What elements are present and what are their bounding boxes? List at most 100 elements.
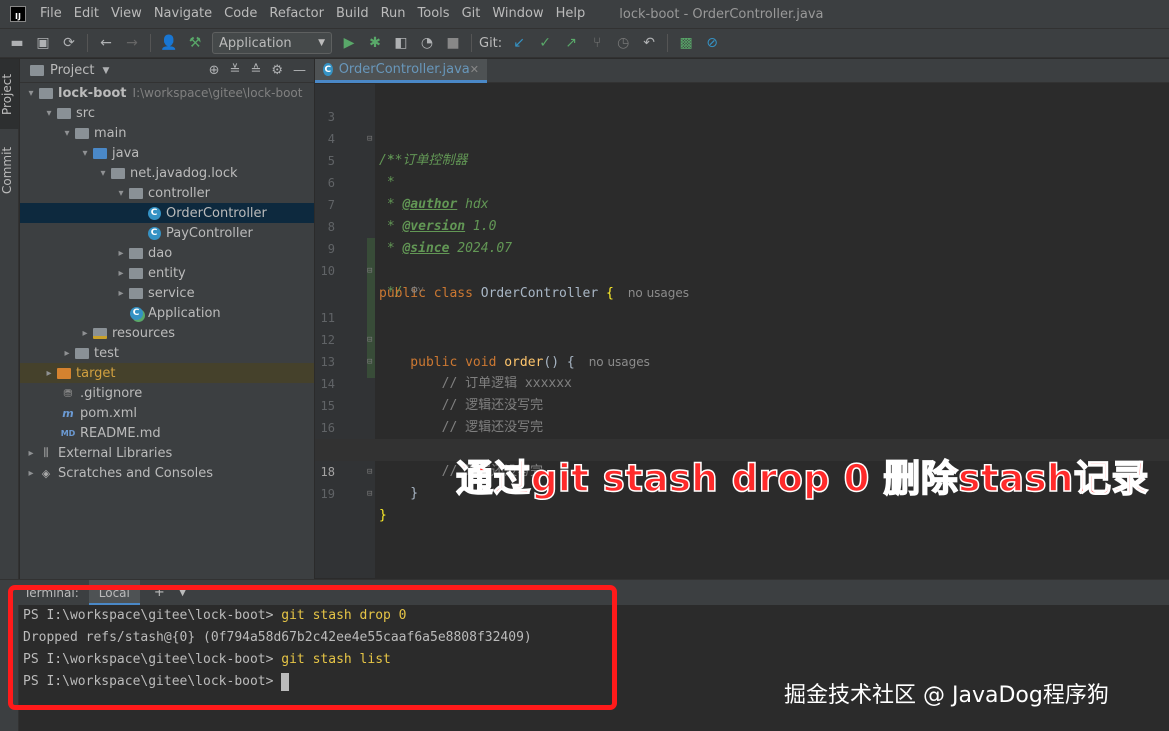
tree-item-gitignore[interactable]: ⛃ .gitignore (20, 383, 314, 403)
menu-tools[interactable]: Tools (412, 0, 456, 28)
tree-item-main[interactable]: ▾ main (20, 123, 314, 143)
expand-arrow-icon[interactable]: ▸ (60, 348, 74, 359)
spring-class-icon: C (128, 306, 144, 320)
git-commit-icon[interactable]: ✓ (534, 32, 556, 54)
collapse-all-icon[interactable]: ≙ (250, 63, 261, 78)
run-icon[interactable]: ▶ (338, 32, 360, 54)
code-editor[interactable]: 3 ⊟ /** 4 * 订单控制器 5 * 6 * @author hdx 7 … (315, 84, 1169, 578)
fold-icon[interactable]: ⊟ (367, 483, 372, 505)
code-line: 6 * @author hdx (315, 150, 1169, 212)
tree-item-dao[interactable]: ▸ dao (20, 243, 314, 263)
sync-icon[interactable]: ⟳ (58, 32, 80, 54)
code-line: 5 * (315, 128, 1169, 190)
watermark: 掘金技术社区 @ JavaDog程序狗 (784, 683, 1109, 708)
tree-item-paycontroller[interactable]: C PayController (20, 223, 314, 243)
save-all-icon[interactable]: ▣ (32, 32, 54, 54)
git-update-icon[interactable]: ↙ (508, 32, 530, 54)
profile-icon[interactable]: ◔ (416, 32, 438, 54)
back-arrow-icon[interactable]: ← (95, 32, 117, 54)
menu-refactor[interactable]: Refactor (263, 0, 330, 28)
code-line: 10 public class OrderController {no usag… (315, 238, 1169, 301)
menu-navigate[interactable]: Navigate (148, 0, 218, 28)
tree-item-src[interactable]: ▾ src (20, 103, 314, 123)
tree-item-lock-boot[interactable]: ▾ lock-boot I:\workspace\gitee\lock-boot (20, 83, 314, 103)
folder-icon (30, 65, 44, 76)
close-icon[interactable]: ✕ (470, 63, 479, 76)
tree-item-scratches[interactable]: ▸ ◈ Scratches and Consoles (20, 463, 314, 483)
code-line: 12 ⊟ // 订单逻辑 xxxxxx (315, 307, 1169, 391)
markdown-file-icon: MD (60, 428, 76, 438)
code-line: 15 // 逻辑还没写完 (315, 373, 1169, 435)
tree-item-readme[interactable]: MD README.md (20, 423, 314, 443)
project-panel-header: Project ▼ ⊕ ≚ ≙ ⚙ — (20, 59, 314, 83)
expand-arrow-icon[interactable]: ▸ (114, 248, 128, 259)
folder-icon (74, 126, 90, 140)
hide-icon[interactable]: — (293, 63, 306, 78)
stripe-tab-commit[interactable]: Commit (0, 137, 19, 203)
menu-git[interactable]: Git (456, 0, 487, 28)
tree-item-label: lock-boot (58, 85, 127, 101)
git-branch-icon[interactable]: ⑂ (586, 32, 608, 54)
tree-item-pom[interactable]: m pom.xml (20, 403, 314, 423)
tree-item-target[interactable]: ▸ target (20, 363, 314, 383)
toolbar-divider (471, 34, 472, 52)
debug-icon[interactable]: ✱ (364, 32, 386, 54)
user-icon[interactable]: 👤 (158, 32, 180, 54)
menu-help[interactable]: Help (550, 0, 592, 28)
expand-arrow-icon[interactable]: ▸ (42, 368, 56, 379)
expand-arrow-icon[interactable]: ▾ (24, 88, 38, 99)
menu-view[interactable]: View (105, 0, 148, 28)
menu-window[interactable]: Window (486, 0, 549, 28)
coverage-icon[interactable]: ◧ (390, 32, 412, 54)
expand-arrow-icon[interactable]: ▾ (42, 108, 56, 119)
open-folder-icon[interactable]: ▬ (6, 32, 28, 54)
tree-item-controller[interactable]: ▾ controller (20, 183, 314, 203)
tree-item-service[interactable]: ▸ service (20, 283, 314, 303)
menu-edit[interactable]: Edit (68, 0, 105, 28)
tree-item-ordercontroller[interactable]: C OrderController (20, 203, 314, 223)
expand-arrow-icon[interactable]: ▸ (78, 328, 92, 339)
menu-run[interactable]: Run (375, 0, 412, 28)
tree-item-external-libraries[interactable]: ▸ ⫼ External Libraries (20, 443, 314, 463)
code-vision-row: ⚙˅ (315, 260, 1169, 296)
tree-item-application[interactable]: C Application (20, 303, 314, 323)
class-icon: C (146, 206, 162, 220)
expand-arrow-icon[interactable]: ▾ (60, 128, 74, 139)
menu-file[interactable]: File (34, 0, 68, 28)
menu-code[interactable]: Code (218, 0, 263, 28)
gear-icon[interactable]: ⚙ (271, 63, 283, 78)
tree-item-label: pom.xml (80, 405, 137, 421)
expand-arrow-icon[interactable]: ▾ (78, 148, 92, 159)
expand-arrow-icon[interactable]: ▸ (24, 468, 38, 479)
tree-item-test[interactable]: ▸ test (20, 343, 314, 363)
stripe-tab-project[interactable]: Project (0, 59, 19, 129)
expand-arrow-icon[interactable]: ▸ (114, 268, 128, 279)
monitor-icon[interactable]: ▩ (675, 32, 697, 54)
tree-item-java[interactable]: ▾ java (20, 143, 314, 163)
locate-icon[interactable]: ⊕ (209, 63, 220, 78)
tree-item-package[interactable]: ▾ net.javadog.lock (20, 163, 314, 183)
expand-arrow-icon[interactable]: ▾ (96, 168, 110, 179)
tree-item-entity[interactable]: ▸ entity (20, 263, 314, 283)
project-panel-title[interactable]: Project (50, 63, 94, 78)
forward-arrow-icon[interactable]: → (121, 32, 143, 54)
git-push-icon[interactable]: ↗ (560, 32, 582, 54)
project-panel: Project ▼ ⊕ ≚ ≙ ⚙ — ▾ lock-boot I:\works… (20, 59, 314, 579)
history-icon[interactable]: ◷ (612, 32, 634, 54)
stop-icon[interactable]: ■ (442, 32, 464, 54)
code-line: 13 (315, 329, 1169, 369)
no-entry-icon[interactable]: ⊘ (701, 32, 723, 54)
tree-item-resources[interactable]: ▸ resources (20, 323, 314, 343)
run-configuration-select[interactable]: Application ▼ (212, 32, 332, 54)
expand-arrow-icon[interactable]: ▾ (114, 188, 128, 199)
menu-build[interactable]: Build (330, 0, 375, 28)
menu-bar: IJ File Edit View Navigate Code Refactor… (0, 0, 1169, 28)
expand-all-icon[interactable]: ≚ (230, 63, 241, 78)
tab-ordercontroller[interactable]: C OrderController.java ✕ (315, 59, 487, 83)
build-hammer-icon[interactable]: ⚒ (184, 32, 206, 54)
toolbar-divider (87, 34, 88, 52)
expand-arrow-icon[interactable]: ▸ (24, 448, 38, 459)
chevron-down-icon[interactable]: ▼ (102, 66, 109, 76)
rollback-icon[interactable]: ↶ (638, 32, 660, 54)
expand-arrow-icon[interactable]: ▸ (114, 288, 128, 299)
